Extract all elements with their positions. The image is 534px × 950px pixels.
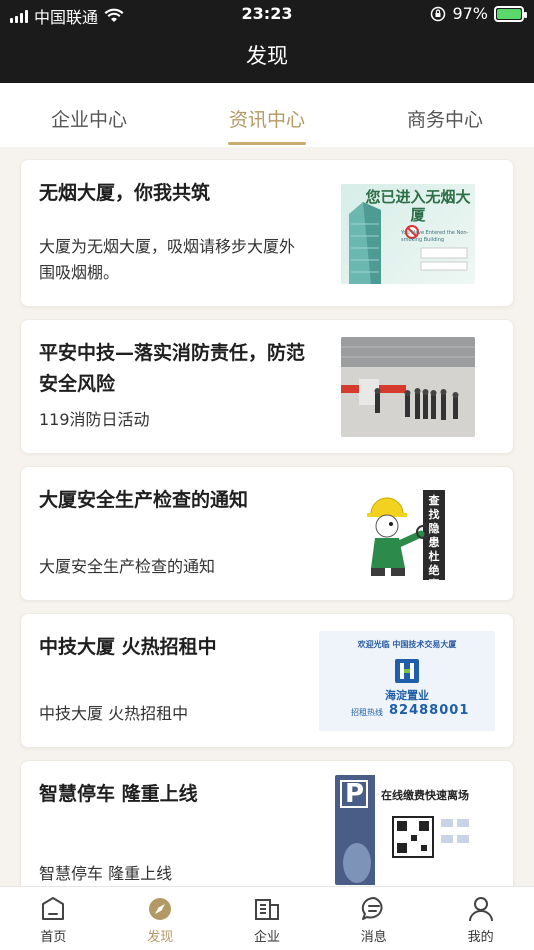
tabbar-profile[interactable]: 我的 [427,887,534,950]
safety-worker-illustration [367,490,445,580]
user-icon [468,897,493,922]
event-photo [341,337,475,437]
article-title: 智慧停车 隆重上线 [39,783,198,805]
tabbar-discover[interactable]: 发现 [107,887,214,950]
message-icon [361,896,383,920]
tab-enterprise-center[interactable]: 企业中心 [0,83,178,147]
rotation-lock-icon [431,6,446,21]
battery-percent: 97% [452,4,488,23]
article-thumbnail: 您已进入无烟大厦 You Have Entered the Non-smokin… [341,184,475,284]
tabbar-label: 消息 [360,930,387,945]
thumb-subcaption: You Have Entered the Non-smoking Buildin… [401,230,469,243]
tabbar-label: 我的 [467,930,494,945]
logo-icon [395,659,419,683]
status-bar: 中国联通 23:23 97% [0,0,534,28]
article-desc: 大厦安全生产检查的通知 [39,557,216,576]
thumb-caption: 查找隐患杜绝事故 [428,494,440,584]
thumb-hotline-label: 招租热线 [351,708,383,717]
article-desc: 中技大厦 火热招租中 [39,704,189,723]
article-thumbnail: P 在线缴费快速离场 [335,775,495,885]
article-list: 无烟大厦，你我共筑 大厦为无烟大厦，吸烟请移步大厦外围吸烟棚。 您已进入无烟大厦… [20,159,514,920]
thumb-caption: 在线缴费快速离场 [381,789,469,802]
article-desc: 大厦为无烟大厦，吸烟请移步大厦外围吸烟棚。 [39,237,296,282]
article-desc: 119消防日活动 [39,410,150,429]
article-thumbnail: 查找隐患杜绝事故 [341,484,475,584]
battery-icon [494,5,527,22]
article-title: 中技大厦 火热招租中 [39,636,217,658]
article-title: 大厦安全生产检查的通知 [39,489,249,511]
tab-news-center[interactable]: 资讯中心 [178,83,356,147]
thumb-hotline: 82488001 [389,703,470,718]
top-bar: 中国联通 23:23 97% 发现 [0,0,534,83]
tabbar-label: 企业 [253,930,280,945]
tabbar-label: 首页 [40,930,67,945]
article-title: 平安中技—落实消防责任，防范安全风险 [39,342,306,395]
tabbar-home[interactable]: 首页 [0,887,107,950]
article-card[interactable]: 平安中技—落实消防责任，防范安全风险 119消防日活动 [20,319,514,454]
article-card[interactable]: 大厦安全生产检查的通知 大厦安全生产检查的通知 查找隐患杜绝事故 [20,466,514,601]
thumb-caption: 欢迎光临 中国技术交易大厦 [357,640,457,649]
tabbar-label: 发现 [147,930,174,945]
compass-icon [149,898,172,920]
article-card[interactable]: 无烟大厦，你我共筑 大厦为无烟大厦，吸烟请移步大厦外围吸烟棚。 您已进入无烟大厦… [20,159,514,307]
thumb-brand: 海淀置业 [385,689,429,702]
article-thumbnail [341,337,475,437]
status-right: 97% [430,4,527,23]
tab-business-center[interactable]: 商务中心 [356,83,534,147]
page-title: 发现 [246,44,288,68]
bottom-tab-bar: 首页 发现 企业 消息 我的 [0,886,534,950]
category-tabs: 企业中心 资讯中心 商务中心 [0,83,534,147]
home-icon [42,897,65,920]
article-card[interactable]: 中技大厦 火热招租中 中技大厦 火热招租中 欢迎光临 中国技术交易大厦 海淀置业… [20,613,514,748]
tabbar-enterprise[interactable]: 企业 [214,887,321,950]
article-title: 无烟大厦，你我共筑 [39,182,211,204]
parking-letter: P [345,779,365,809]
thumb-caption: 您已进入无烟大厦 [365,188,471,224]
article-thumbnail: 欢迎光临 中国技术交易大厦 海淀置业 招租热线 82488001 [319,631,495,731]
tabbar-messages[interactable]: 消息 [320,887,427,950]
building-icon [254,899,279,920]
article-desc: 智慧停车 隆重上线 [39,864,173,883]
